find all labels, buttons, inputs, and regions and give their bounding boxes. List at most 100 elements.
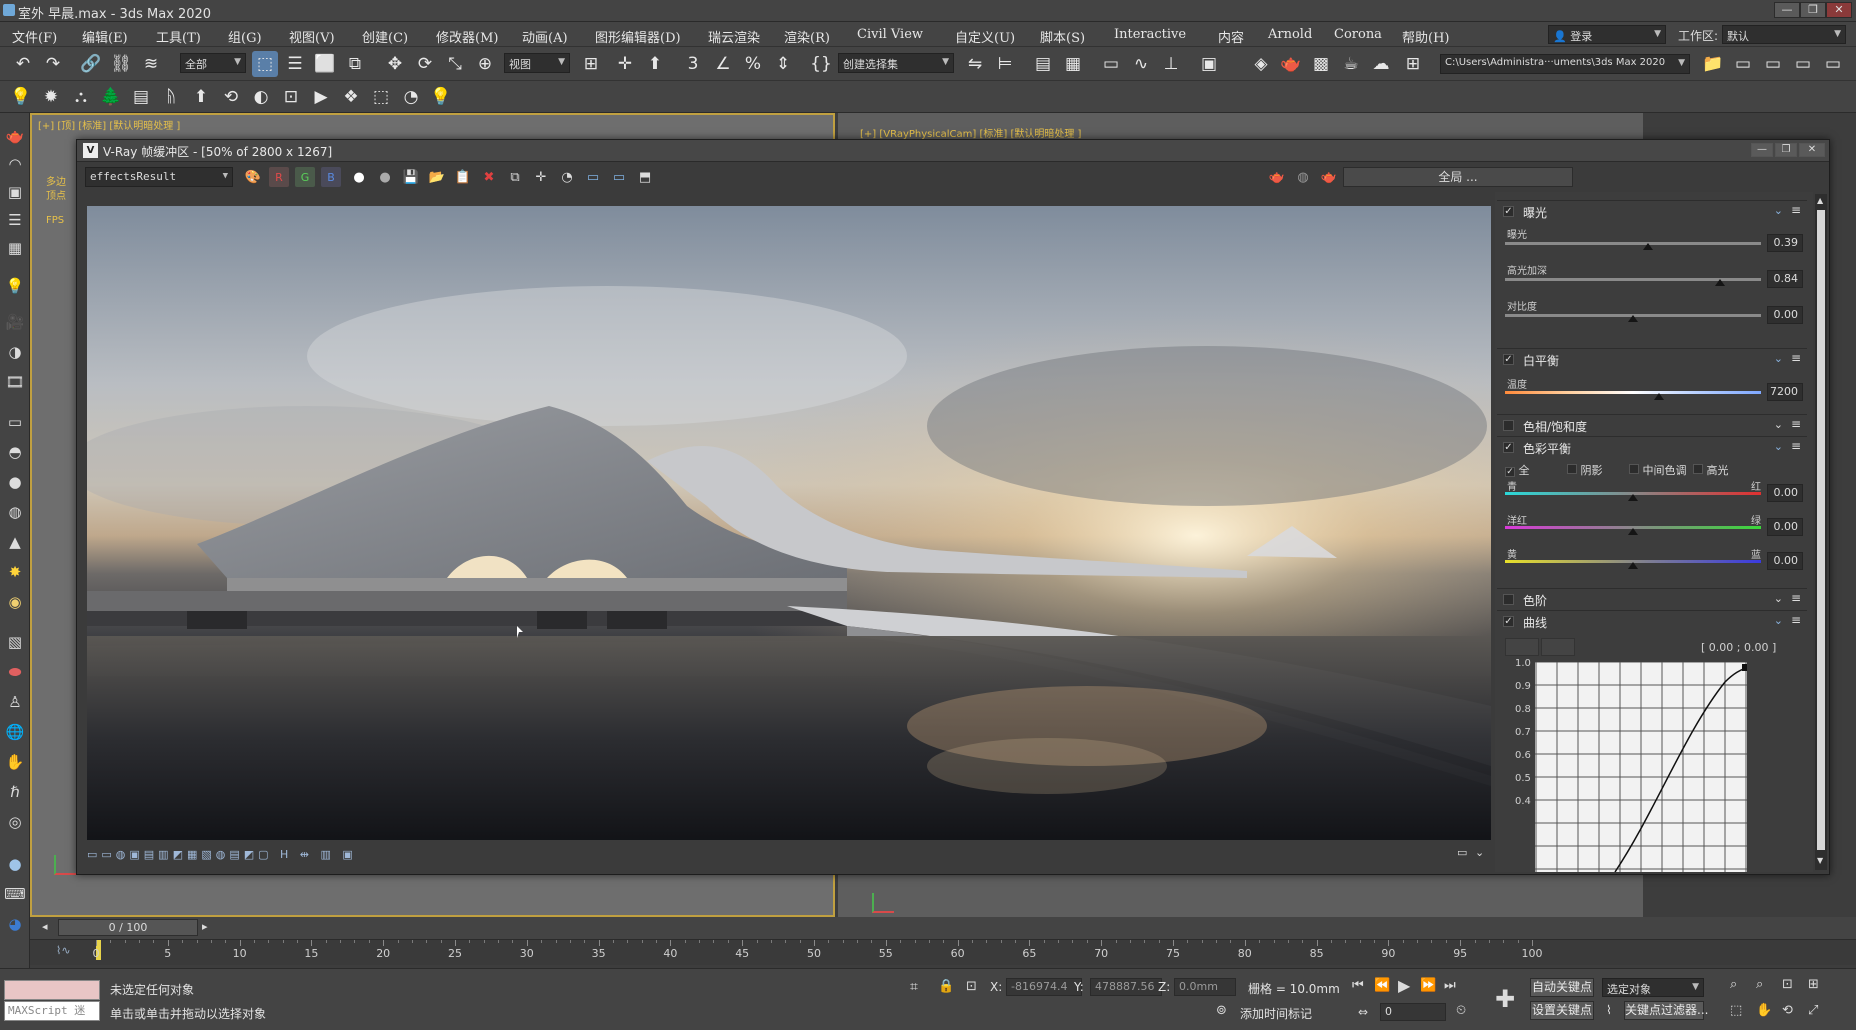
show-corrections-icon[interactable]: 🫖 bbox=[1319, 167, 1339, 187]
menu-corona[interactable]: Corona bbox=[1334, 27, 1382, 42]
maxscript-listener[interactable]: MAXScript 迷 bbox=[4, 1001, 100, 1021]
go-to-end-icon[interactable]: ⏭ bbox=[1444, 978, 1456, 993]
menu-content[interactable]: 内容 bbox=[1218, 27, 1244, 46]
menu-rendering[interactable]: 渲染(R) bbox=[784, 27, 830, 46]
vfb-expand-icon[interactable]: ▭ bbox=[1457, 846, 1467, 859]
material-editor-icon[interactable]: ▣ bbox=[1196, 51, 1222, 77]
key-mode-icon[interactable]: ⇔ bbox=[1358, 1005, 1368, 1019]
viewport-label[interactable]: [+] [顶] [标准] [默认明暗处理 ] bbox=[38, 117, 180, 132]
ribbon-toggle-icon[interactable]: ▭ bbox=[1098, 51, 1124, 77]
menu-tools[interactable]: 工具(T) bbox=[156, 27, 201, 46]
magenta-green-value[interactable]: 0.00 bbox=[1767, 518, 1803, 536]
unlink-icon[interactable]: ⛓ bbox=[108, 51, 134, 77]
cyan-red-slider-thumb[interactable] bbox=[1628, 494, 1638, 501]
helper-icon[interactable]: ◑ bbox=[2, 339, 28, 365]
render-setup-icon[interactable]: ◈ bbox=[1248, 51, 1274, 77]
render-in-cloud-icon[interactable]: ☁ bbox=[1368, 51, 1394, 77]
time-slider[interactable]: 0 / 100 bbox=[58, 919, 198, 936]
time-config-icon[interactable]: ⏲ bbox=[1456, 1003, 1466, 1018]
vray-ambient-icon[interactable]: 💡 bbox=[428, 84, 454, 110]
curve-preset-button-2[interactable] bbox=[1541, 638, 1575, 656]
move-icon[interactable]: ✥ bbox=[382, 51, 408, 77]
section-menu-icon[interactable]: ≡ bbox=[1791, 351, 1801, 365]
section-menu-icon[interactable]: ≡ bbox=[1791, 203, 1801, 217]
range-highlights-checkbox[interactable] bbox=[1693, 464, 1703, 474]
geosphere-icon[interactable]: ◍ bbox=[2, 499, 28, 525]
expand-icon[interactable]: ⌄ bbox=[1774, 592, 1783, 605]
scene-explorer-icon[interactable]: ▤ bbox=[1030, 51, 1056, 77]
temperature-value[interactable]: 7200 bbox=[1767, 383, 1803, 401]
vray-mesh-export-icon[interactable]: ▤ bbox=[128, 84, 154, 110]
project-icon-5[interactable]: ▭ bbox=[1820, 51, 1846, 77]
exposure-value[interactable]: 0.39 bbox=[1767, 234, 1803, 252]
menu-group[interactable]: 组(G) bbox=[228, 27, 262, 46]
bind-space-warp-icon[interactable]: ≋ bbox=[138, 51, 164, 77]
range-all-option[interactable]: ✓ 全 bbox=[1505, 462, 1530, 478]
set-key-big-icon[interactable]: ✚ bbox=[1490, 985, 1520, 1015]
menu-civil-view[interactable]: Civil View bbox=[857, 27, 923, 42]
go-to-start-icon[interactable]: ⏮ bbox=[1352, 978, 1364, 993]
rectangular-selection-icon[interactable]: ⬜ bbox=[312, 51, 338, 77]
vray-proxy-icon[interactable]: 🌲 bbox=[98, 84, 124, 110]
temperature-slider[interactable] bbox=[1505, 391, 1761, 394]
person-icon[interactable]: ♙ bbox=[2, 689, 28, 715]
table-icon[interactable]: ▦ bbox=[2, 235, 28, 261]
vfb-collapse-icon[interactable]: ⌄ bbox=[1475, 846, 1484, 859]
snaps-toggle-icon[interactable]: 3 bbox=[680, 51, 706, 77]
time-slider-next-button[interactable]: ▸ bbox=[202, 920, 208, 933]
menu-customize[interactable]: 自定义(U) bbox=[955, 27, 1015, 46]
panel-scrollbar[interactable]: ▲ ▼ bbox=[1815, 194, 1827, 870]
named-selection-dropdown[interactable]: 创建选择集 ▼ bbox=[838, 53, 954, 73]
interactive-render-icon[interactable]: ▭ bbox=[609, 167, 629, 187]
spinner-snap-icon[interactable]: ⇕ bbox=[770, 51, 796, 77]
range-shadows-checkbox[interactable] bbox=[1567, 464, 1577, 474]
scrollbar-down-arrow[interactable]: ▼ bbox=[1817, 856, 1823, 865]
align-icon[interactable]: ⊨ bbox=[992, 51, 1018, 77]
world-icon[interactable]: ◕ bbox=[2, 911, 28, 937]
zoom-extents-icon[interactable]: ⊡ bbox=[1782, 977, 1793, 992]
reference-coord-dropdown[interactable]: 视图 ▼ bbox=[504, 53, 570, 73]
vray-plane-icon[interactable]: ⟲ bbox=[218, 84, 244, 110]
undo-icon[interactable]: ↶ bbox=[10, 51, 36, 77]
render-iterative-icon[interactable]: ☕ bbox=[1338, 51, 1364, 77]
vfb-maximize-button[interactable]: ❐ bbox=[1775, 143, 1797, 157]
select-by-name-icon[interactable]: ☰ bbox=[282, 51, 308, 77]
yellow-blue-value[interactable]: 0.00 bbox=[1767, 552, 1803, 570]
script-icon[interactable]: ⌨ bbox=[2, 881, 28, 907]
maxscript-listener-pink[interactable] bbox=[4, 980, 100, 1000]
ring-icon[interactable]: ◎ bbox=[2, 809, 28, 835]
collapse-icon[interactable]: ⌄ bbox=[1774, 440, 1783, 453]
range-midtones-checkbox[interactable] bbox=[1629, 464, 1639, 474]
color-channels-icon[interactable]: 🎨 bbox=[243, 167, 263, 187]
range-all-checkbox[interactable]: ✓ bbox=[1505, 467, 1515, 477]
duplicate-to-max-vfb-icon[interactable]: ⧉ bbox=[505, 167, 525, 187]
curves-section-header[interactable]: ✓ 曲线 ⌄ ≡ bbox=[1497, 610, 1807, 632]
key-filters-button[interactable]: 关键点过滤器... bbox=[1624, 1001, 1708, 1020]
layer-explorer-icon[interactable]: ▦ bbox=[1060, 51, 1086, 77]
select-object-icon[interactable]: ⬚ bbox=[252, 51, 278, 77]
expand-icon[interactable]: ⌄ bbox=[1774, 418, 1783, 431]
menu-ray-cloud[interactable]: 瑞云渲染 bbox=[708, 27, 760, 46]
window-crossing-icon[interactable]: ⧉ bbox=[342, 51, 368, 77]
capsule-icon[interactable]: ⬬ bbox=[2, 659, 28, 685]
add-time-tag[interactable]: 添加时间标记 bbox=[1240, 1005, 1312, 1022]
edit-named-selection-icon[interactable]: {} bbox=[808, 51, 834, 77]
zoom-all-icon[interactable]: ⌕ bbox=[1756, 977, 1763, 992]
key-filter-icon[interactable]: ⌇ bbox=[1606, 1003, 1612, 1017]
auto-key-button[interactable]: 自动关键点 bbox=[1530, 978, 1594, 997]
vfb-close-button[interactable]: ✕ bbox=[1799, 143, 1825, 157]
project-icon-2[interactable]: ▭ bbox=[1730, 51, 1756, 77]
dome-icon[interactable]: ◠ bbox=[2, 151, 28, 177]
schematic-view-icon[interactable]: ⊥ bbox=[1158, 51, 1184, 77]
image-icon[interactable]: ▣ bbox=[2, 179, 28, 205]
login-dropdown[interactable]: 👤 登录 ▼ bbox=[1548, 25, 1666, 44]
vray-sphere-icon[interactable]: ◐ bbox=[248, 84, 274, 110]
key-target-dropdown[interactable]: 选定对象 ▼ bbox=[1602, 978, 1704, 997]
play-icon[interactable]: ▶ bbox=[1398, 976, 1410, 995]
menu-view[interactable]: 视图(V) bbox=[289, 27, 335, 46]
vfb-minimize-button[interactable]: — bbox=[1751, 143, 1773, 157]
viewport-label[interactable]: [+] [VRayPhysicalCam] [标准] [默认明暗处理 ] bbox=[860, 125, 1081, 140]
global-settings-button[interactable]: 全局 ... bbox=[1343, 167, 1573, 187]
section-menu-icon[interactable]: ≡ bbox=[1791, 613, 1801, 627]
render-channel-dropdown[interactable]: effectsResult ▼ bbox=[85, 167, 233, 187]
